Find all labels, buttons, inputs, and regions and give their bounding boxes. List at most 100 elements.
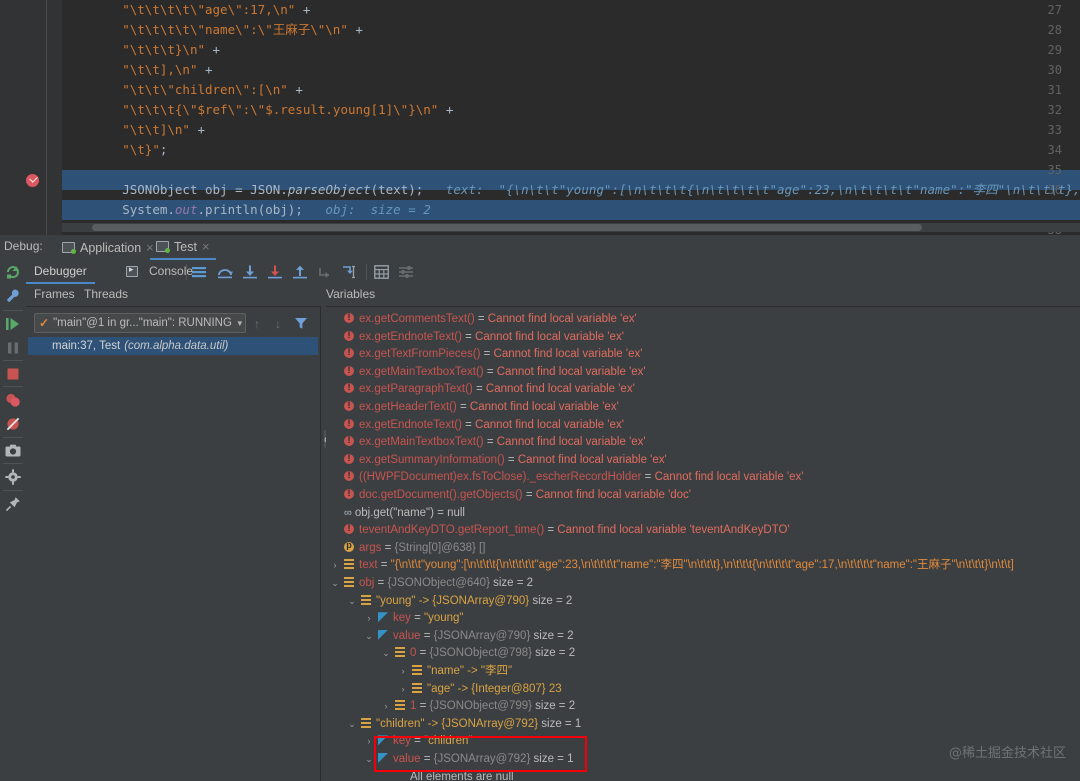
threads-label[interactable]: Threads [84,287,128,301]
variable-row[interactable]: ex.getEndnoteText() = Cannot find local … [326,327,1080,347]
variable-value: Cannot find local variable 'ex' [475,418,624,431]
screenshot-icon[interactable] [4,442,22,460]
edit-configurations-icon[interactable] [4,287,22,305]
variable-value: Cannot find local variable 'ex' [496,436,646,449]
pause-program-icon[interactable] [4,339,22,357]
run-tab-test[interactable]: Test × [150,235,216,260]
code-line[interactable]: System.out.println(obj); obj: size = 2 [62,200,1080,220]
settings-gear-icon[interactable] [4,468,22,486]
chevron-right-icon[interactable]: › [364,610,374,628]
variables-panel[interactable]: ex.getCommentsText() = Cannot find local… [326,306,1080,781]
variable-value: Cannot find local variable 'ex' [485,383,635,396]
variable-row[interactable]: ex.getHeaderText() = Cannot find local v… [326,397,1080,417]
variable-row[interactable]: doc.getDocument().getObjects() = Cannot … [326,485,1080,505]
code-line[interactable]: "\t\t\t\t\"age\":17,\n" + [62,0,1080,20]
chevron-right-icon[interactable]: › [330,557,340,575]
settings-icon[interactable] [398,265,414,279]
step-over-icon[interactable] [217,265,233,279]
code-token: + [287,82,311,97]
error-badge-icon [344,415,354,432]
pin-tab-icon[interactable] [4,495,22,513]
variable-row[interactable]: ex.getSummaryInformation() = Cannot find… [326,450,1080,470]
chevron-right-icon[interactable]: › [398,681,408,699]
variable-row[interactable]: ⌄ 0 = {JSONObject@798} size = 2 [326,645,1080,663]
chevron-right-icon[interactable]: › [381,698,391,716]
code-line[interactable]: JSONObject obj = JSON.parseObject(text);… [62,180,1080,200]
variable-row[interactable]: ex.getParagraphText() = Cannot find loca… [326,379,1080,399]
code-line[interactable]: "\t\t\t{\"$ref\":\"$.result.young[1]\"}\… [62,100,1080,120]
code-line[interactable]: "\t\t\t\t\"name\":\"王麻子\"\n" + [62,20,1080,40]
variable-row[interactable]: › 1 = {JSONObject@799} size = 2 [326,698,1080,716]
code-editor[interactable]: 272829303132333435363738 "\t\t\t\t\"age\… [0,0,1080,235]
evaluate-expression-icon[interactable] [374,265,389,279]
variable-row[interactable]: ex.getCommentsText() = Cannot find local… [326,309,1080,329]
variable-row[interactable]: › "age" -> {Integer@807} 23 [326,681,1080,699]
code-lines[interactable]: "\t\t\t\t\"age\":17,\n" + "\t\t\t\t\"nam… [62,0,1080,235]
chevron-down-icon[interactable]: ⌄ [364,751,374,769]
variable-row[interactable]: ex.getTextFromPieces() = Cannot find loc… [326,344,1080,364]
run-tab-application[interactable]: Application × [56,235,160,260]
variables-label[interactable]: Variables [326,287,375,301]
variable-row[interactable]: ((HWPFDocument)ex.fsToClose)._escherReco… [326,467,1080,487]
variable-row[interactable]: ∞ obj.get("name") = null [326,505,1080,523]
variable-row[interactable]: ⌄ "young" -> {JSONArray@790} size = 2 [326,593,1080,611]
variable-row[interactable]: › text = "{\n\t\t"young":[\n\t\t\t{\n\t\t… [326,557,1080,575]
variable-row[interactable]: teventAndKeyDTO.getReport_time() = Canno… [326,520,1080,540]
thread-selector[interactable]: ✓ "main"@1 in gr..."main": RUNNING ▼ [34,313,246,333]
stack-frame-row[interactable]: main:37, Test (com.alpha.data.util) [28,337,318,355]
drop-frame-icon[interactable] [317,265,333,279]
breakpoint-icon[interactable] [26,174,39,187]
variable-equals: = [461,330,476,343]
chevron-down-icon[interactable]: ⌄ [381,645,391,663]
chevron-right-icon[interactable]: › [364,733,374,751]
debugger-toolbar[interactable]: Debugger Console [26,260,1080,284]
chevron-down-icon[interactable]: ▼ [236,319,244,328]
rerun-icon[interactable] [4,263,22,281]
mute-breakpoints-icon[interactable] [191,265,207,279]
code-line[interactable]: "\t\t\"children\":[\n" + [62,80,1080,100]
variable-row[interactable]: › "name" -> "李四" [326,663,1080,681]
resume-program-icon[interactable] [4,315,22,333]
variable-row[interactable]: args = {String[0]@638} [] [326,537,1080,558]
variable-row[interactable]: ⌄ obj = {JSONObject@640} size = 2 [326,575,1080,593]
editor-gutter[interactable] [0,0,46,235]
variable-row[interactable]: ⌄ value = {JSONArray@790} size = 2 [326,628,1080,646]
debug-action-rail[interactable] [0,260,26,781]
frame-down-button[interactable]: ↓ [275,317,281,331]
close-icon[interactable]: × [202,240,210,253]
variable-row[interactable]: ⌄ "children" -> {JSONArray@792} size = 1 [326,716,1080,734]
chevron-down-icon[interactable]: ⌄ [364,628,374,646]
run-to-cursor-icon[interactable] [342,265,358,279]
step-out-icon[interactable] [292,265,308,279]
variable-row[interactable]: All elements are null [326,769,1080,781]
variable-row[interactable]: ex.getEndnoteText() = Cannot find local … [326,415,1080,435]
editor-horizontal-scrollbar[interactable] [62,223,1080,232]
frames-label[interactable]: Frames [34,287,75,301]
variable-row[interactable]: › key = "young" [326,610,1080,628]
chevron-down-icon[interactable]: ⌄ [330,575,340,593]
variable-equals: = [374,577,388,589]
step-into-icon[interactable] [242,265,258,279]
view-breakpoints-icon[interactable] [4,391,22,409]
frame-up-button[interactable]: ↑ [254,317,260,331]
variable-name: obj.get("name") [354,506,434,519]
code-line[interactable]: "\t}"; [62,140,1080,160]
frames-panel[interactable]: ✓ "main"@1 in gr..."main": RUNNING ▼ ↑ ↓… [26,306,320,781]
code-line[interactable]: "\t\t]\n" + [62,120,1080,140]
variable-name: "age" -> {Integer@807} 23 [427,682,562,695]
tab-debugger[interactable]: Debugger [26,260,95,284]
error-badge-icon [344,432,354,450]
variable-row[interactable]: ex.getMainTextboxText() = Cannot find lo… [326,432,1080,452]
error-badge-icon [344,397,354,415]
chevron-down-icon[interactable]: ⌄ [347,593,357,611]
chevron-down-icon[interactable]: ⌄ [347,716,357,734]
force-step-into-icon[interactable] [267,265,283,279]
chevron-right-icon[interactable]: › [398,663,408,681]
variable-row[interactable]: ex.getMainTextboxText() = Cannot find lo… [326,362,1080,382]
code-line[interactable]: "\t\t\t}\n" + [62,40,1080,60]
stop-icon[interactable] [4,365,22,383]
code-line[interactable] [62,160,1080,180]
mute-breakpoints-icon[interactable] [4,415,22,433]
code-line[interactable]: "\t\t],\n" + [62,60,1080,80]
funnel-icon[interactable] [294,316,308,330]
